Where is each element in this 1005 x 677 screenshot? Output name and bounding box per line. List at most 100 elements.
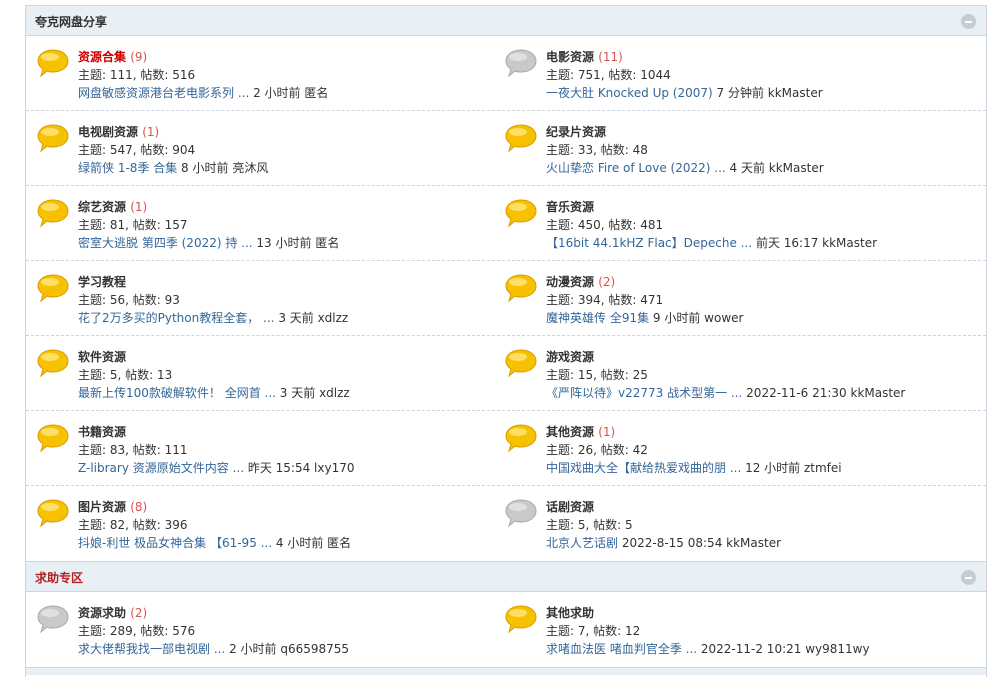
- new-posts-bubble-icon: [504, 273, 538, 303]
- last-post-meta: 2022-11-6 21:30 kkMaster: [742, 386, 906, 400]
- last-post-meta: 4 天前 kkMaster: [725, 161, 824, 175]
- last-post: Z-library 资源原始文件内容 ... 昨天 15:54 lxy170: [78, 459, 355, 476]
- forum-title[interactable]: 电视剧资源: [78, 125, 138, 139]
- forum-item: 资源求助 (2) 主题: 289, 帖数: 576 求大佬帮我找一部电视剧 ... …: [36, 592, 505, 666]
- collapse-icon[interactable]: [961, 570, 976, 585]
- last-post-link[interactable]: 花了2万多买的Python教程全套， ...: [78, 311, 275, 325]
- last-post-meta: 2022-8-15 08:54 kkMaster: [618, 536, 782, 550]
- forum-title[interactable]: 图片资源: [78, 500, 126, 514]
- last-post: 火山挚恋 Fire of Love (2022) ... 4 天前 kkMast…: [546, 159, 824, 176]
- forum-title[interactable]: 资源合集: [78, 50, 126, 64]
- forum-item: 资源合集 (9) 主题: 111, 帖数: 516 网盘敏感资源港台老电影系列 ..…: [36, 36, 505, 110]
- last-post-link[interactable]: 【16bit 44.1kHZ Flac】Depeche ...: [546, 236, 752, 250]
- last-post-meta: 12 小时前 ztmfei: [741, 461, 842, 475]
- last-post-link[interactable]: 最新上传100款破解软件！ 全网首 ...: [78, 386, 276, 400]
- forum-item: 电影资源 (11) 主题: 751, 帖数: 1044 一夜大肚 Knocked U…: [504, 36, 973, 110]
- forum-item: 动漫资源 (2) 主题: 394, 帖数: 471 魔神英雄传 全91集 9 小时前…: [504, 261, 973, 335]
- last-post-meta: 4 小时前 匿名: [272, 536, 352, 550]
- category-title[interactable]: 求助专区: [35, 569, 83, 586]
- forum-stats: 主题: 81, 帖数: 157: [78, 218, 188, 232]
- forum-stats: 主题: 83, 帖数: 111: [78, 443, 188, 457]
- forum-grid: 资源合集 (9) 主题: 111, 帖数: 516 网盘敏感资源港台老电影系列 ..…: [26, 36, 986, 561]
- last-post-link[interactable]: 《严阵以待》v22773 战术型第一 ...: [546, 386, 742, 400]
- forum-title[interactable]: 综艺资源: [78, 200, 126, 214]
- today-post-count: (8): [130, 500, 148, 514]
- forum-name[interactable]: 音乐资源: [546, 198, 594, 215]
- forum-title[interactable]: 学习教程: [78, 275, 126, 289]
- forum-name[interactable]: 软件资源: [78, 348, 126, 365]
- today-post-count: (2): [130, 606, 148, 620]
- forum-title[interactable]: 书籍资源: [78, 425, 126, 439]
- last-post-link[interactable]: 一夜大肚 Knocked Up (2007): [546, 86, 713, 100]
- last-post: 一夜大肚 Knocked Up (2007) 7 分钟前 kkMaster: [546, 84, 823, 101]
- last-post-link[interactable]: 密室大逃脱 第四季 (2022) 持 ...: [78, 236, 253, 250]
- forum-name[interactable]: 资源合集 (9): [78, 48, 147, 65]
- forum-title[interactable]: 动漫资源: [546, 275, 594, 289]
- category-title[interactable]: 夸克网盘分享: [35, 13, 107, 30]
- forum-title[interactable]: 音乐资源: [546, 200, 594, 214]
- last-post-link[interactable]: 北京人艺话剧: [546, 536, 618, 550]
- forum-row: 电视剧资源 (1) 主题: 547, 帖数: 904 绿箭侠 1-8季 合集 8 小…: [26, 111, 986, 186]
- last-post-link[interactable]: 抖娘-利世 极品女神合集 【61-95 ...: [78, 536, 272, 550]
- last-post-link[interactable]: 网盘敏感资源港台老电影系列 ...: [78, 86, 249, 100]
- forum-name[interactable]: 电视剧资源 (1): [78, 123, 159, 140]
- today-post-count: (1): [598, 425, 616, 439]
- last-post-link[interactable]: Z-library 资源原始文件内容 ...: [78, 461, 244, 475]
- forum-title[interactable]: 其他资源: [546, 425, 594, 439]
- forum-name[interactable]: 资源求助 (2): [78, 604, 147, 621]
- forum-item: 音乐资源 主题: 450, 帖数: 481 【16bit 44.1kHZ Flac…: [504, 186, 973, 260]
- last-post: 中国戏曲大全【献给热爱戏曲的朋 ... 12 小时前 ztmfei: [546, 459, 842, 476]
- forum-row: 资源合集 (9) 主题: 111, 帖数: 516 网盘敏感资源港台老电影系列 ..…: [26, 36, 986, 111]
- forum-name[interactable]: 学习教程: [78, 273, 126, 290]
- forum-stats: 主题: 394, 帖数: 471: [546, 293, 664, 307]
- last-post-link[interactable]: 求啫血法医 啫血判官全季 ...: [546, 642, 697, 656]
- new-posts-bubble-icon: [504, 348, 538, 378]
- forum-name[interactable]: 书籍资源: [78, 423, 126, 440]
- last-post: 网盘敏感资源港台老电影系列 ... 2 小时前 匿名: [78, 84, 328, 101]
- last-post-meta: 3 天前 xdlzz: [275, 386, 350, 400]
- forum-name[interactable]: 电影资源 (11): [546, 48, 623, 65]
- forum-title[interactable]: 其他求助: [546, 606, 594, 620]
- today-post-count: (11): [598, 50, 623, 64]
- forum-title[interactable]: 话剧资源: [546, 500, 594, 514]
- forum-item: 其他资源 (1) 主题: 26, 帖数: 42 中国戏曲大全【献给热爱戏曲的朋 ..…: [504, 411, 973, 485]
- forum-row: 资源求助 (2) 主题: 289, 帖数: 576 求大佬帮我找一部电视剧 ... …: [26, 592, 986, 667]
- new-posts-bubble-icon: [36, 48, 70, 78]
- last-post-link[interactable]: 求大佬帮我找一部电视剧 ...: [78, 642, 225, 656]
- last-post-link[interactable]: 绿箭侠 1-8季 合集: [78, 161, 177, 175]
- forum-stats: 主题: 82, 帖数: 396: [78, 518, 188, 532]
- last-post: 最新上传100款破解软件！ 全网首 ... 3 天前 xdlzz: [78, 384, 350, 401]
- forum-stats: 主题: 33, 帖数: 48: [546, 143, 648, 157]
- last-post-link[interactable]: 火山挚恋 Fire of Love (2022) ...: [546, 161, 726, 175]
- forum-title[interactable]: 游戏资源: [546, 350, 594, 364]
- category-header: 求助专区: [26, 561, 986, 592]
- new-posts-bubble-icon: [504, 423, 538, 453]
- forum-name[interactable]: 话剧资源: [546, 498, 594, 515]
- forum-stats: 主题: 450, 帖数: 481: [546, 218, 664, 232]
- forum-name[interactable]: 纪录片资源: [546, 123, 606, 140]
- forum-name[interactable]: 动漫资源 (2): [546, 273, 615, 290]
- forum-name[interactable]: 其他求助: [546, 604, 594, 621]
- forum-stats: 主题: 289, 帖数: 576: [78, 624, 196, 638]
- forum-stats: 主题: 7, 帖数: 12: [546, 624, 641, 638]
- last-post-link[interactable]: 魔神英雄传 全91集: [546, 311, 649, 325]
- forum-title[interactable]: 软件资源: [78, 350, 126, 364]
- collapse-icon[interactable]: [961, 14, 976, 29]
- forum-name[interactable]: 游戏资源: [546, 348, 594, 365]
- last-post-meta: 昨天 15:54 lxy170: [244, 461, 355, 475]
- forum-title[interactable]: 资源求助: [78, 606, 126, 620]
- forum-row: 综艺资源 (1) 主题: 81, 帖数: 157 密室大逃脱 第四季 (2022) …: [26, 186, 986, 261]
- last-post: 《严阵以待》v22773 战术型第一 ... 2022-11-6 21:30 k…: [546, 384, 905, 401]
- new-posts-bubble-icon: [36, 348, 70, 378]
- last-post: 绿箭侠 1-8季 合集 8 小时前 亮沐风: [78, 159, 268, 176]
- forum-name[interactable]: 图片资源 (8): [78, 498, 147, 515]
- forum-index: 夸克网盘分享 资源合集 (9) 主题: 111, 帖数: 516 网盘敏感资源港台老…: [25, 5, 987, 677]
- category-footer: [26, 667, 986, 675]
- forum-title[interactable]: 纪录片资源: [546, 125, 606, 139]
- forum-item: 软件资源 主题: 5, 帖数: 13 最新上传100款破解软件！ 全网首 ... …: [36, 336, 505, 410]
- forum-title[interactable]: 电影资源: [546, 50, 594, 64]
- last-post-link[interactable]: 中国戏曲大全【献给热爱戏曲的朋 ...: [546, 461, 741, 475]
- forum-name[interactable]: 其他资源 (1): [546, 423, 615, 440]
- today-post-count: (1): [130, 200, 148, 214]
- forum-name[interactable]: 综艺资源 (1): [78, 198, 147, 215]
